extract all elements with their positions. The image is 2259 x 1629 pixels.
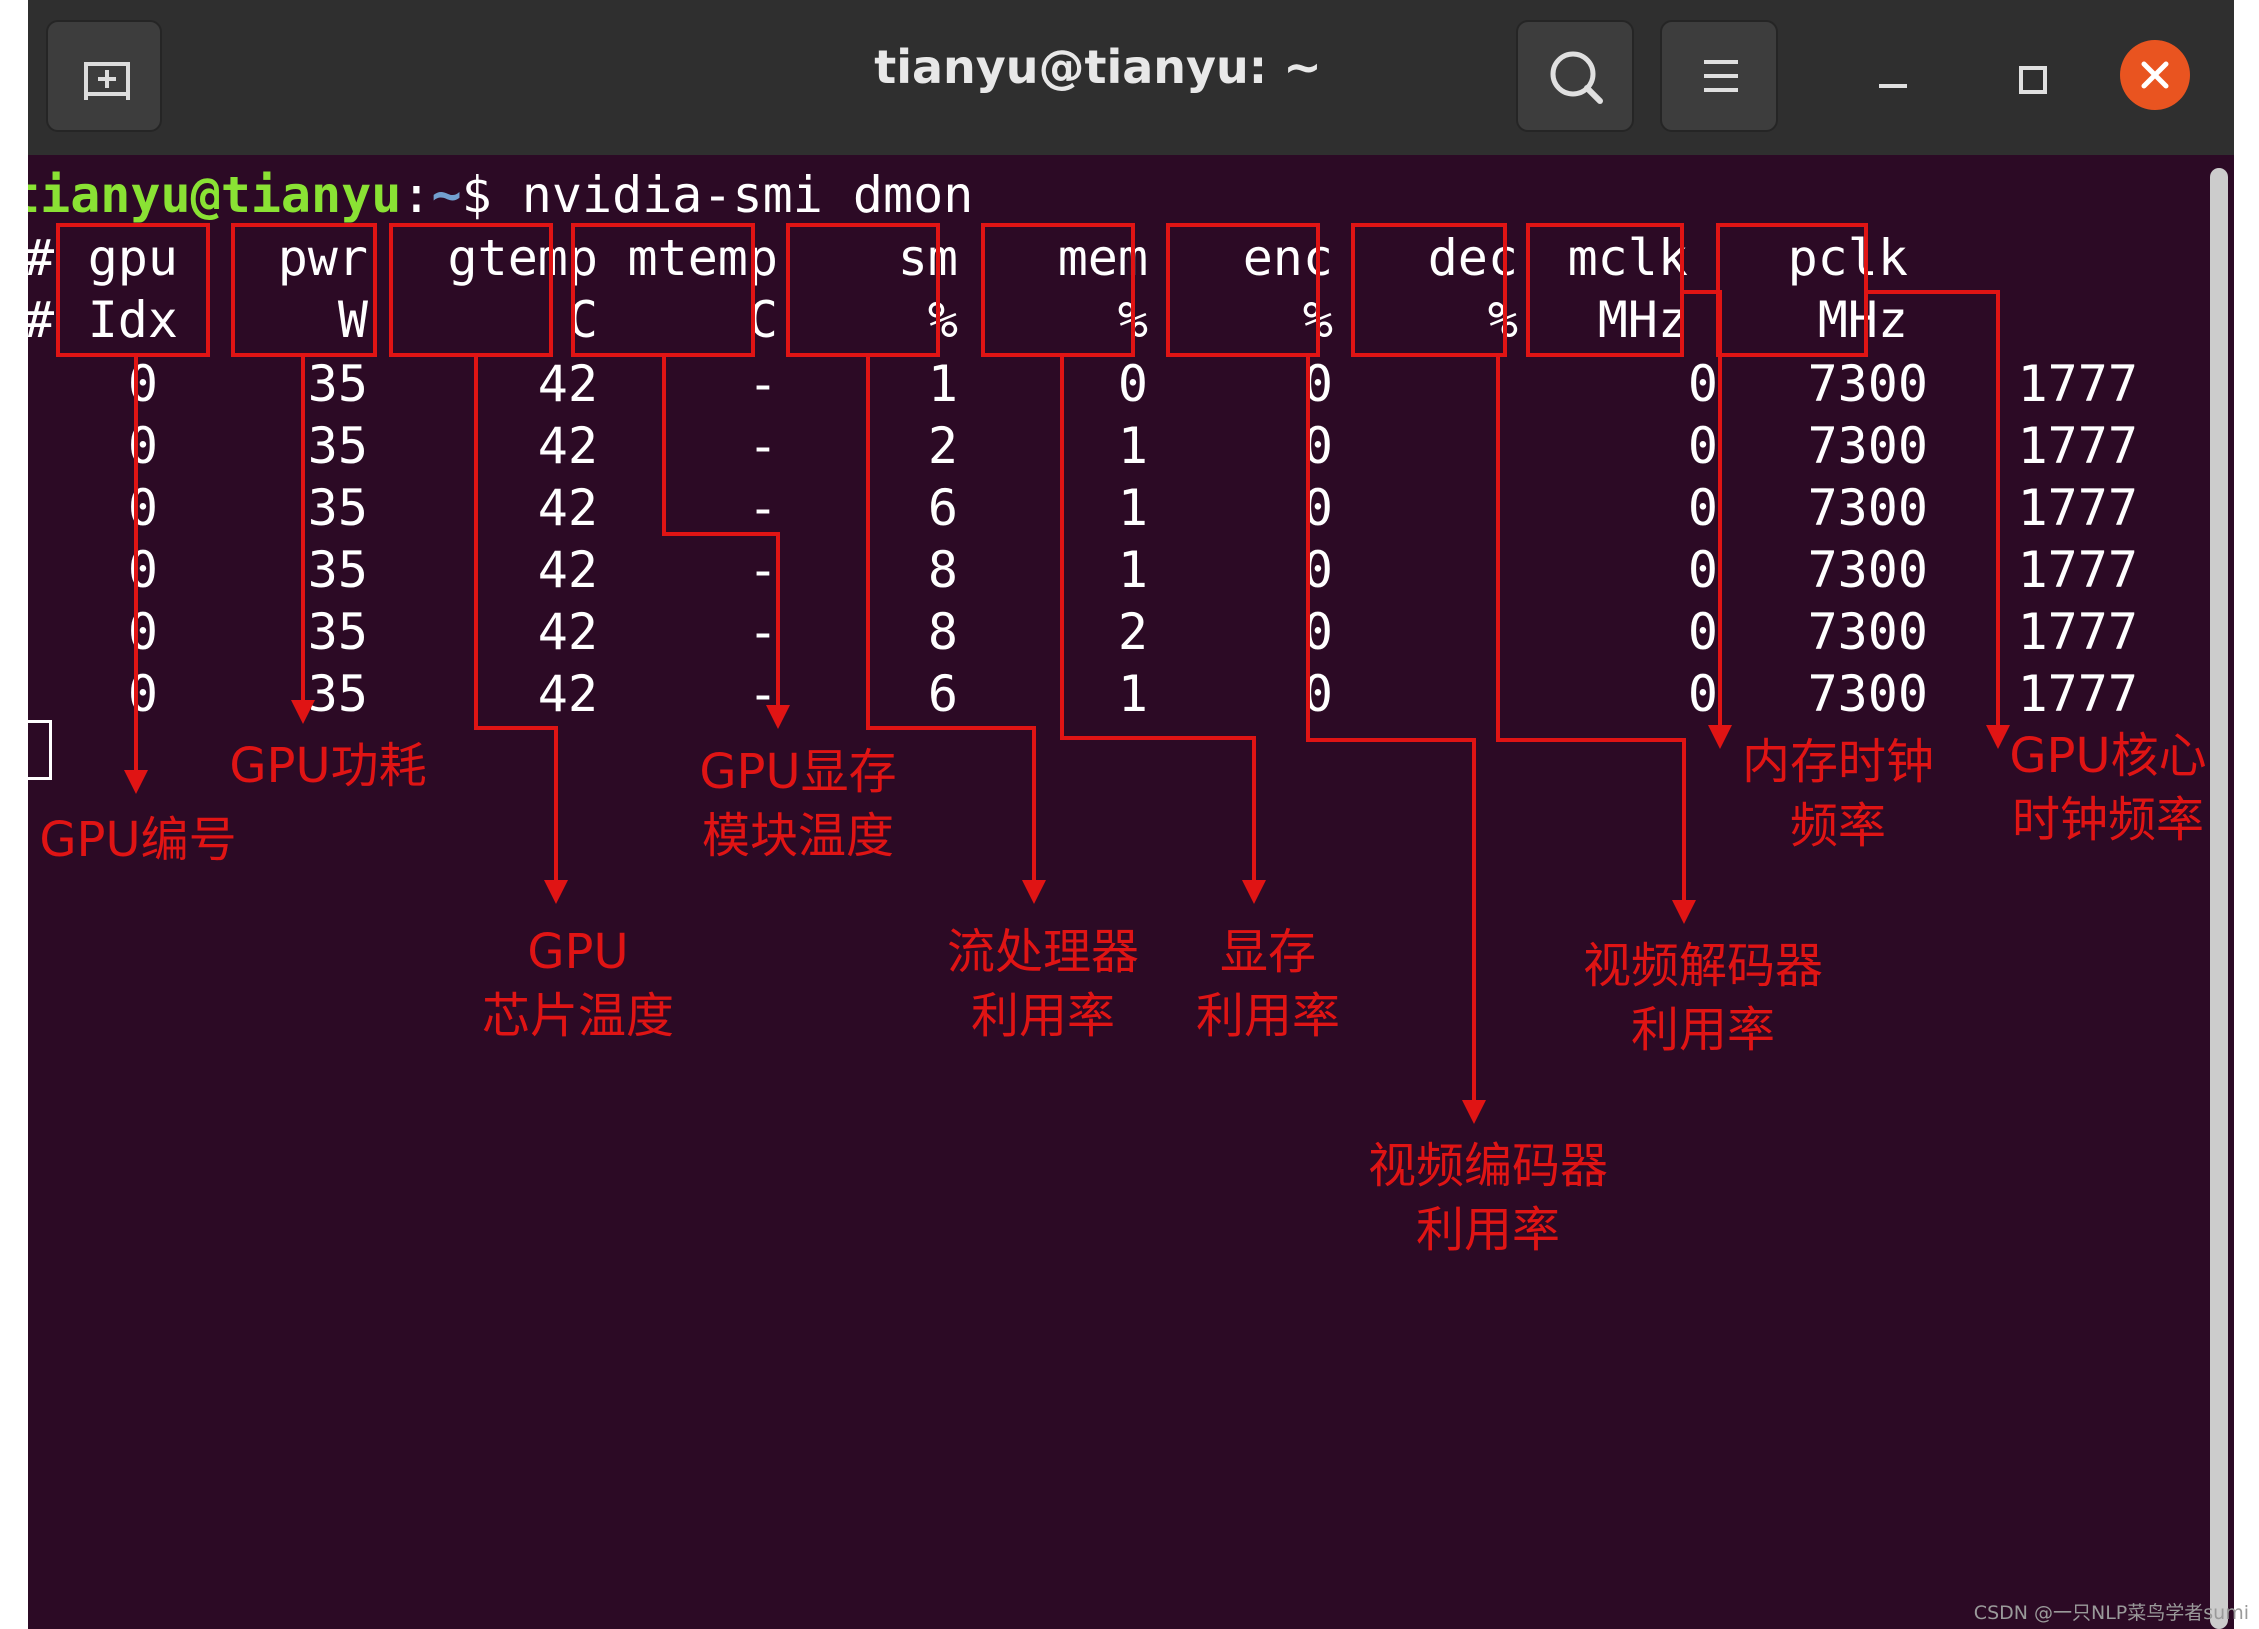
header-box-pwr — [231, 223, 377, 357]
annotation-dec: 视频解码器 利用率 — [1543, 934, 1863, 1062]
header-box-gpu — [56, 223, 210, 357]
annotation-enc-line2: 利用率 — [1415, 1202, 1560, 1258]
arrow-gtemp — [544, 880, 568, 904]
annotation-pwr-text: GPU功耗 — [229, 738, 427, 794]
annotation-mtemp: GPU显存模块温度 — [648, 740, 948, 868]
annotation-pclk-line1: GPU核心 — [2009, 728, 2207, 784]
connector-dec — [1496, 355, 1686, 900]
annotation-mem-line2: 利用率 — [1195, 988, 1340, 1044]
connector-pclk — [1866, 290, 2000, 725]
annotation-mclk-line1: 内存时钟 — [1741, 734, 1934, 790]
annotation-sm-line1: 流处理器 — [946, 924, 1139, 980]
annotation-mtemp-line2: 模块温度 — [701, 808, 894, 864]
header-box-mem — [981, 223, 1135, 357]
annotation-pclk-line2: 时钟频率 — [2011, 792, 2204, 848]
annotation-gpu-idx-text: GPU编号 — [39, 812, 237, 868]
arrow-gpu — [124, 770, 148, 794]
annotation-mclk: 内存时钟 频率 — [1718, 730, 1958, 858]
annotation-enc-line1: 视频编码器 — [1367, 1138, 1608, 1194]
connector-gtemp — [474, 355, 558, 880]
connector-mclk — [1683, 290, 1722, 725]
header-box-mclk — [1526, 223, 1684, 357]
watermark: CSDN @一只NLP菜鸟学者sumi — [1973, 1602, 2249, 1624]
annotation-gtemp-line1: GPU — [527, 924, 629, 980]
annotation-mem-line1: 显存 — [1219, 924, 1316, 980]
annotation-pwr: GPU功耗 — [208, 734, 448, 798]
arrow-enc — [1462, 1100, 1486, 1124]
arrow-mtemp — [766, 705, 790, 729]
annotation-mem: 显存 利用率 — [1168, 920, 1368, 1048]
header-box-mtemp — [571, 223, 755, 357]
arrow-mem — [1242, 880, 1266, 904]
annotation-sm: 流处理器 利用率 — [908, 920, 1178, 1048]
annotation-gtemp: GPU 芯片温度 — [438, 920, 718, 1048]
header-box-sm — [786, 223, 940, 357]
annotation-gtemp-line2: 芯片温度 — [481, 988, 674, 1044]
arrow-sm — [1022, 880, 1046, 904]
annotation-pclk: GPU核心时钟频率 — [1988, 724, 2228, 852]
annotation-mtemp-line1: GPU显存 — [699, 744, 897, 800]
terminal-window: tianyu@tianyu: ~ tianyu@tianyu:~$ nvidia… — [28, 0, 2234, 1629]
annotation-dec-line1: 视频解码器 — [1582, 938, 1823, 994]
arrow-dec — [1672, 900, 1696, 924]
connector-mem — [1060, 355, 1256, 880]
header-box-gtemp — [389, 223, 553, 357]
header-box-pclk — [1716, 223, 1868, 357]
annotation-mclk-line2: 频率 — [1789, 798, 1886, 854]
annotation-dec-line2: 利用率 — [1630, 1002, 1775, 1058]
header-box-enc — [1166, 223, 1320, 357]
connector-mtemp — [662, 355, 780, 705]
annotation-enc: 视频编码器 利用率 — [1328, 1134, 1648, 1262]
annotation-gpu-idx: GPU编号 — [28, 808, 248, 872]
arrow-pwr — [291, 700, 315, 724]
header-box-dec — [1351, 223, 1507, 357]
annotation-sm-line2: 利用率 — [970, 988, 1115, 1044]
